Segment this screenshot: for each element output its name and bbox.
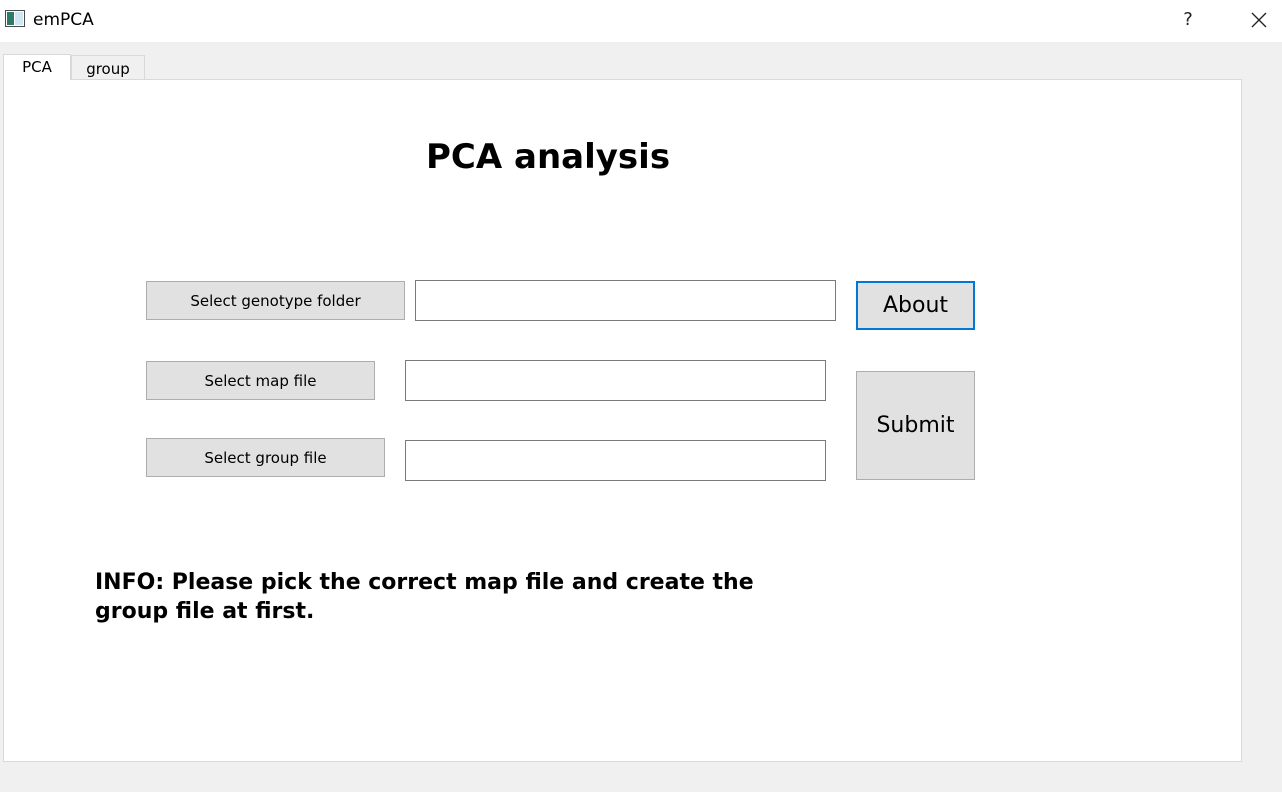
info-message: INFO: Please pick the correct map file a… — [95, 570, 754, 624]
help-button[interactable]: ? — [1170, 5, 1206, 35]
submit-button[interactable]: Submit — [856, 371, 975, 480]
genotype-folder-field[interactable] — [415, 280, 836, 321]
tab-group[interactable]: group — [71, 55, 145, 79]
window-title: emPCA — [33, 10, 94, 30]
page-title: PCA analysis — [426, 137, 671, 177]
close-button[interactable] — [1240, 5, 1278, 35]
close-icon — [1251, 12, 1267, 28]
pca-tab-panel — [3, 79, 1242, 762]
about-button[interactable]: About — [856, 281, 975, 330]
tab-pca[interactable]: PCA — [3, 54, 71, 80]
select-map-file-button[interactable]: Select map file — [146, 361, 375, 400]
app-icon — [5, 10, 25, 27]
group-file-field[interactable] — [405, 440, 826, 481]
select-genotype-folder-button[interactable]: Select genotype folder — [146, 281, 405, 320]
title-bar: emPCA ? — [0, 0, 1282, 42]
map-file-field[interactable] — [405, 360, 826, 401]
select-group-file-button[interactable]: Select group file — [146, 438, 385, 477]
